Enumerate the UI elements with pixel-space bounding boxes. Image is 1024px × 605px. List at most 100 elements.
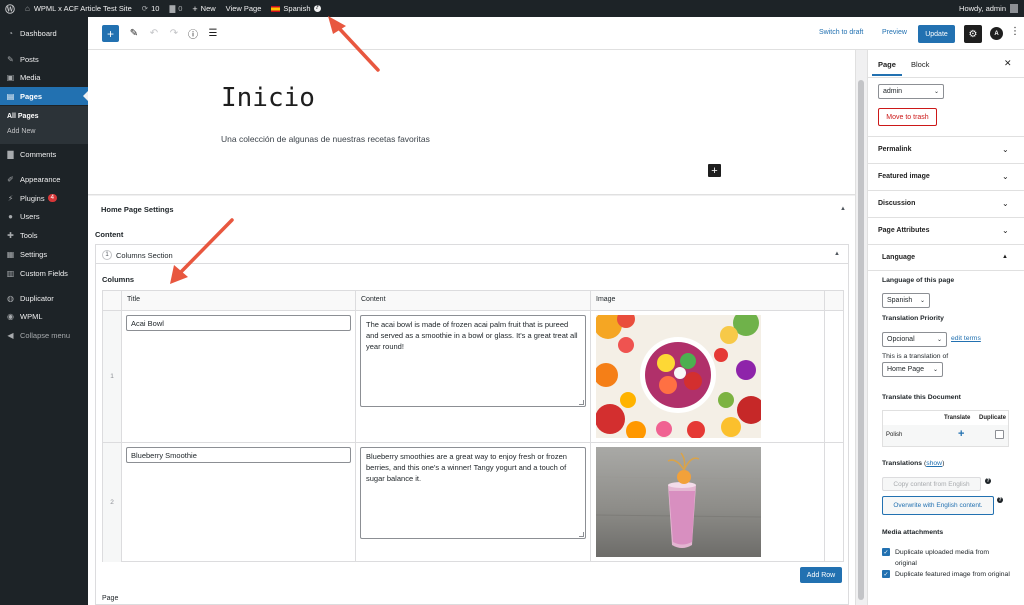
metabox-title[interactable]: Home Page Settings xyxy=(101,205,174,214)
menu-custom-fields[interactable]: ▥ Custom Fields xyxy=(0,264,88,282)
content-textarea[interactable]: The acai bowl is made of frozen acai pal… xyxy=(360,315,586,407)
help-question-icon[interactable]: ? xyxy=(997,497,1003,503)
chevron-down-icon: ⌄ xyxy=(1002,199,1009,208)
menu-dashboard[interactable]: ◔ Dashboard xyxy=(0,24,88,42)
preview-button[interactable]: Preview xyxy=(882,29,907,36)
column-header-image: Image xyxy=(591,291,825,311)
canvas-scrollbar-thumb[interactable] xyxy=(858,80,864,600)
resize-grip-icon[interactable] xyxy=(579,532,584,537)
tab-page[interactable]: Page xyxy=(878,60,896,69)
page-title[interactable]: Inicio xyxy=(221,83,315,113)
row-order-handle[interactable]: 1 xyxy=(103,311,122,442)
comments-link[interactable]: ▇ 0 xyxy=(164,0,187,17)
panel-page-attributes[interactable]: Page Attributes ⌄ xyxy=(868,217,1024,244)
menu-pages[interactable]: ▤ Pages xyxy=(0,87,88,105)
submenu-all-pages[interactable]: All Pages xyxy=(7,113,39,120)
site-name-link[interactable]: ⌂ WPML x ACF Article Test Site xyxy=(20,0,137,17)
settings-button[interactable]: ⚙ xyxy=(964,25,982,43)
switch-to-draft-button[interactable]: Switch to draft xyxy=(819,29,863,36)
wpml-icon: ◉ xyxy=(7,311,14,321)
resize-grip-icon[interactable] xyxy=(579,400,584,405)
home-icon: ⌂ xyxy=(25,4,30,13)
layout-header[interactable]: 1 Columns Section ▲ xyxy=(96,245,848,264)
chevron-down-icon: ⌄ xyxy=(1002,145,1009,154)
more-options-button[interactable]: ⋮ xyxy=(1010,26,1020,37)
menu-settings[interactable]: ▦ Settings xyxy=(0,245,88,263)
page-excerpt-paragraph[interactable]: Una colección de algunas de nuestras rec… xyxy=(221,134,430,144)
metabox-collapse-icon[interactable]: ▲ xyxy=(840,206,846,212)
paintbrush-icon: ✐ xyxy=(7,174,14,184)
update-button[interactable]: Update xyxy=(918,25,955,43)
chevron-down-icon: ⌄ xyxy=(933,89,939,95)
chevron-down-icon: ⌄ xyxy=(932,367,938,373)
pencil-icon: ✎ xyxy=(129,28,139,39)
menu-appearance[interactable]: ✐ Appearance xyxy=(0,170,88,188)
row-actions-header xyxy=(825,291,843,311)
inline-add-block-button[interactable]: + xyxy=(708,164,721,177)
duplicate-checkbox[interactable] xyxy=(995,430,1004,439)
acai-bowl-image[interactable] xyxy=(596,315,761,438)
panel-permalink[interactable]: Permalink ⌄ xyxy=(868,136,1024,163)
submenu-add-new[interactable]: Add New xyxy=(7,128,35,135)
row-handle-header xyxy=(103,291,122,311)
author-select[interactable]: admin ⌄ xyxy=(878,84,944,99)
new-content-link[interactable]: + New xyxy=(187,0,220,17)
help-question-icon[interactable]: ? xyxy=(985,478,991,484)
document-breadcrumb[interactable]: Page xyxy=(102,595,118,602)
undo-button[interactable]: ↶ xyxy=(148,25,160,42)
menu-duplicator[interactable]: ◍ Duplicator xyxy=(0,289,88,307)
admin-bar: W ⌂ WPML x ACF Article Test Site ⟳ 10 ▇ … xyxy=(0,0,1024,17)
menu-media[interactable]: ▣ Media xyxy=(0,68,88,86)
layout-collapse-icon[interactable]: ▲ xyxy=(834,251,840,257)
row-order-handle[interactable]: 2 xyxy=(103,443,122,562)
user-icon: ● xyxy=(8,211,13,221)
language-switcher[interactable]: Spanish ? xyxy=(266,0,325,17)
editor-canvas: Inicio Una colección de algunas de nuest… xyxy=(88,50,855,605)
astra-settings-button[interactable]: A xyxy=(990,27,1003,40)
fields-icon: ▥ xyxy=(6,268,15,278)
tab-block[interactable]: Block xyxy=(911,60,929,69)
collapse-icon: ◀ xyxy=(7,330,14,340)
title-input[interactable]: Blueberry Smoothie xyxy=(126,447,351,463)
list-view-button[interactable]: ☰ xyxy=(207,25,219,42)
add-row-button[interactable]: Add Row xyxy=(800,567,842,583)
edit-terms-link[interactable]: edit terms xyxy=(951,335,981,342)
row-language-polish: Polish xyxy=(886,432,903,438)
menu-users[interactable]: ● Users xyxy=(0,207,88,225)
wordpress-logo-icon[interactable]: W xyxy=(0,0,20,17)
menu-wpml[interactable]: ◉ WPML xyxy=(0,307,88,325)
blueberry-smoothie-image[interactable] xyxy=(596,447,761,557)
menu-comments[interactable]: ▇ Comments xyxy=(0,145,88,163)
title-input[interactable]: Acai Bowl xyxy=(126,315,351,331)
astra-logo-icon: A xyxy=(994,30,999,37)
language-select[interactable]: Spanish ⌄ xyxy=(882,293,930,308)
chevron-down-icon: ⌄ xyxy=(1002,226,1009,235)
overwrite-content-button[interactable]: Overwrite with English content. xyxy=(882,496,994,515)
panel-featured-image[interactable]: Featured image ⌄ xyxy=(868,163,1024,190)
view-page-link[interactable]: View Page xyxy=(221,0,267,17)
menu-posts[interactable]: ✎ Posts xyxy=(0,50,88,68)
account-menu[interactable]: Howdy, admin xyxy=(954,0,1024,17)
translation-priority-select[interactable]: Opcional ⌄ xyxy=(882,332,947,347)
tools-button[interactable]: ✎ xyxy=(128,25,140,42)
menu-plugins[interactable]: ⚡ Plugins 4 xyxy=(0,189,88,207)
menu-tools[interactable]: ✚ Tools xyxy=(0,226,88,244)
add-translation-plus-icon[interactable]: + xyxy=(958,428,964,440)
panel-language[interactable]: Language ▲ xyxy=(868,244,1024,271)
details-button[interactable]: ⓘ xyxy=(187,25,199,42)
move-to-trash-button[interactable]: Move to trash xyxy=(878,108,937,126)
content-textarea[interactable]: Blueberry smoothies are a great way to e… xyxy=(360,447,586,539)
title-cell: Acai Bowl xyxy=(122,311,356,442)
translation-of-select[interactable]: Home Page ⌄ xyxy=(882,362,943,377)
add-block-button[interactable]: + xyxy=(102,25,119,42)
duplicate-featured-checkbox[interactable]: ✓ xyxy=(882,570,890,578)
copy-content-button[interactable]: Copy content from English xyxy=(882,477,981,491)
redo-button[interactable]: ↷ xyxy=(168,25,180,42)
duplicate-media-checkbox[interactable]: ✓ xyxy=(882,548,890,556)
menu-collapse[interactable]: ◀ Collapse menu xyxy=(0,326,88,344)
show-translations-link[interactable]: show xyxy=(926,460,942,467)
updates-link[interactable]: ⟳ 10 xyxy=(137,0,165,17)
panel-discussion[interactable]: Discussion ⌄ xyxy=(868,190,1024,217)
close-icon[interactable]: ✕ xyxy=(1004,58,1012,69)
editor-toolbar: + ✎ ↶ ↷ ⓘ ☰ Switch to draft Preview Upda… xyxy=(88,17,1024,50)
